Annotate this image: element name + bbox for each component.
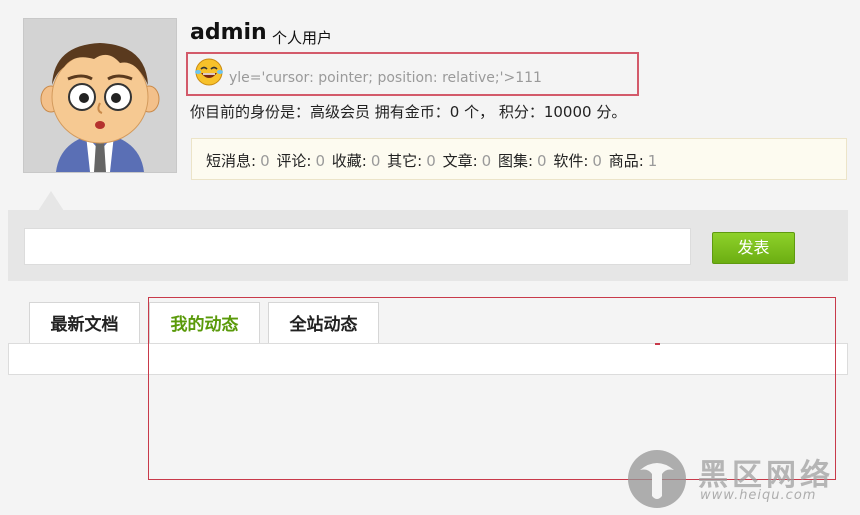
stat-others[interactable]: 其它: 0 bbox=[387, 152, 438, 170]
stat-comments[interactable]: 评论: 0 bbox=[276, 152, 327, 170]
avatar bbox=[23, 18, 177, 173]
stats-bar: 短消息: 0 评论: 0 收藏: 0 其它: 0 文章: 0 图集: 0 软件: 0 商品: 1 bbox=[191, 138, 847, 180]
membership-status: 你目前的身份是：高级会员 拥有金币：0 个， 积分：10000 分。 bbox=[190, 103, 627, 121]
cartoon-man-avatar-icon bbox=[24, 19, 176, 172]
watermark-url: www.heiqu.com bbox=[700, 488, 817, 503]
signature-text: yle='cursor: pointer; position: relative… bbox=[229, 70, 542, 86]
stat-products[interactable]: 商品: 1 bbox=[609, 152, 660, 170]
signature-highlight: yle='cursor: pointer; position: relative… bbox=[186, 52, 639, 96]
stat-favorites[interactable]: 收藏: 0 bbox=[332, 152, 383, 170]
stat-articles[interactable]: 文章: 0 bbox=[443, 152, 494, 170]
post-input[interactable] bbox=[24, 228, 691, 265]
tab-latest-docs[interactable]: 最新文档 bbox=[29, 302, 140, 344]
laughing-tears-emoji-icon bbox=[195, 58, 223, 86]
post-button[interactable]: 发表 bbox=[712, 232, 795, 264]
stat-galleries[interactable]: 图集: 0 bbox=[498, 152, 549, 170]
stat-messages[interactable]: 短消息: 0 bbox=[206, 152, 272, 170]
watermark: 黑区网络 www.heiqu.com bbox=[626, 448, 856, 512]
post-composer: 发表 bbox=[8, 210, 848, 281]
avatar-pointer bbox=[38, 191, 64, 211]
annotation-mark bbox=[655, 343, 660, 345]
username: admin bbox=[190, 20, 267, 45]
heiqu-logo-icon bbox=[628, 450, 686, 508]
stat-software[interactable]: 软件: 0 bbox=[553, 152, 604, 170]
user-type: 个人用户 bbox=[272, 29, 333, 47]
